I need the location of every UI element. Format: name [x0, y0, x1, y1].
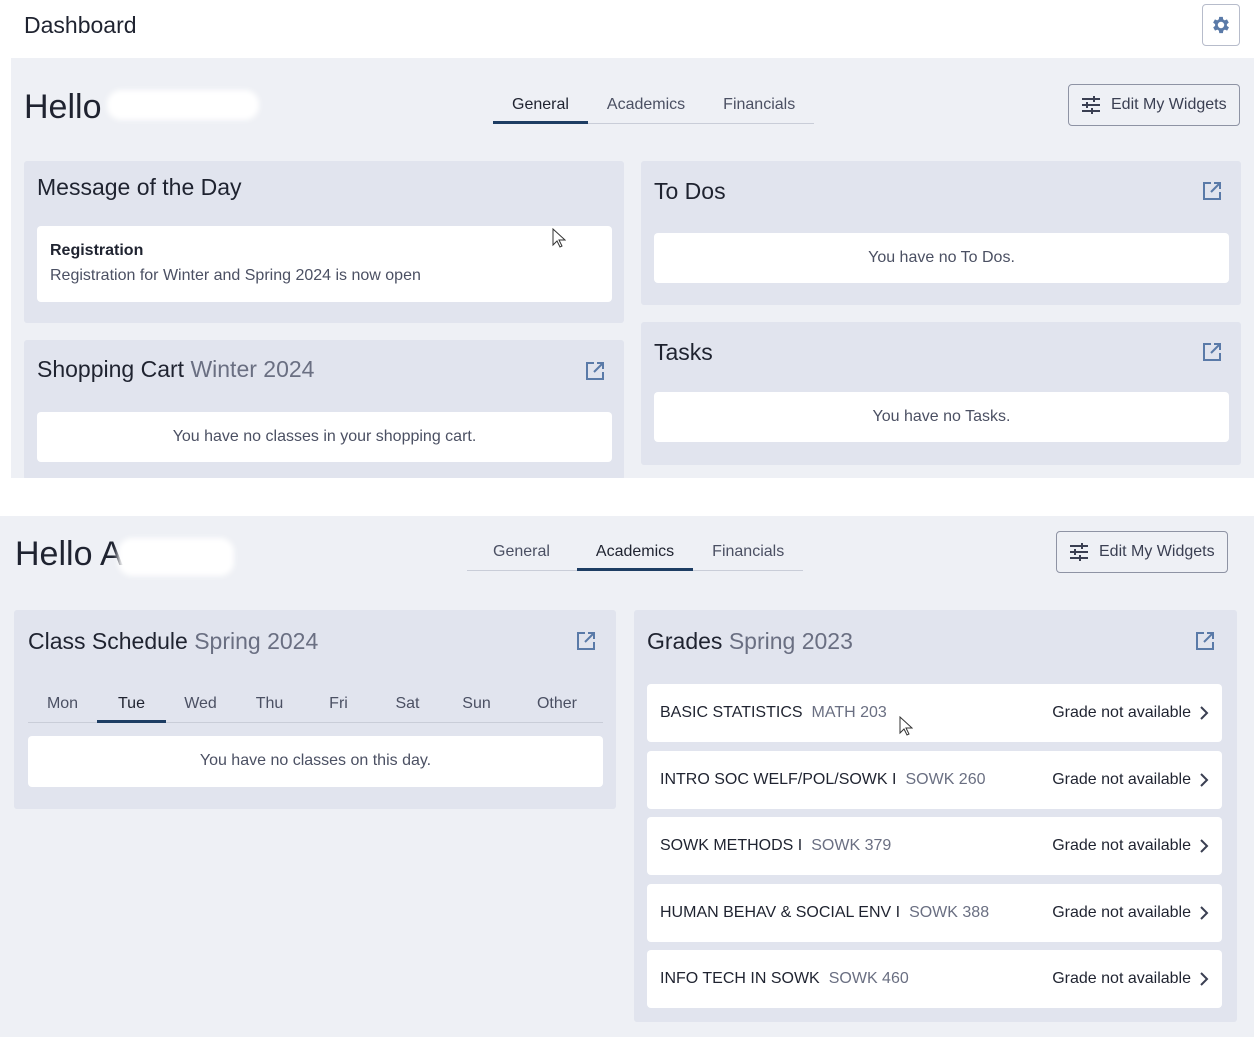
external-link-icon[interactable]: [576, 631, 596, 651]
app-header: Dashboard: [0, 0, 1254, 58]
motd-heading: Registration: [50, 242, 144, 259]
redacted-name: [107, 90, 259, 120]
mouse-cursor-icon: [899, 716, 913, 736]
grades-card: Grades Spring 2023 BASIC STATISTICS MATH…: [634, 610, 1237, 1022]
gear-icon: [1213, 16, 1229, 34]
motd-title: Message of the Day: [37, 174, 242, 200]
grade-status: Grade not available: [1052, 704, 1191, 721]
tab-general[interactable]: General: [467, 534, 577, 570]
shopping-cart-title-text: Shopping Cart: [37, 356, 185, 382]
grade-row[interactable]: HUMAN BEHAV & SOCIAL ENV I SOWK 388 Grad…: [647, 884, 1222, 942]
tasks-title: Tasks: [654, 339, 713, 365]
class-schedule-title-text: Class Schedule: [28, 628, 188, 654]
course-name: BASIC STATISTICS: [660, 704, 803, 721]
day-tab-wed[interactable]: Wed: [166, 686, 235, 722]
day-tab-fri[interactable]: Fri: [304, 686, 373, 722]
class-schedule-content: You have no classes on this day.: [28, 736, 603, 787]
course-name: HUMAN BEHAV & SOCIAL ENV I: [660, 904, 901, 921]
tab-financials[interactable]: Financials: [693, 534, 803, 570]
tab-academics[interactable]: Academics: [588, 87, 704, 123]
chevron-right-icon: [1200, 972, 1209, 986]
external-link-icon[interactable]: [585, 361, 605, 381]
grade-row[interactable]: BASIC STATISTICS MATH 203 Grade not avai…: [647, 684, 1222, 742]
grade-status: Grade not available: [1052, 970, 1191, 987]
class-schedule-card: Class Schedule Spring 2024 Mon Tue Wed T…: [14, 610, 616, 809]
grade-row[interactable]: INTRO SOC WELF/POL/SOWK I SOWK 260 Grade…: [647, 751, 1222, 809]
motd-body: Registration for Winter and Spring 2024 …: [50, 267, 421, 284]
tasks-card: Tasks You have no Tasks.: [641, 322, 1241, 465]
mouse-cursor-icon: [552, 228, 566, 248]
shopping-cart-title: Shopping Cart Winter 2024: [37, 356, 314, 383]
separator: [0, 478, 1254, 516]
external-link-icon[interactable]: [1195, 631, 1215, 651]
todos-title: To Dos: [654, 178, 726, 204]
edit-widgets-label: Edit My Widgets: [1099, 543, 1215, 560]
edit-widgets-label: Edit My Widgets: [1111, 96, 1227, 113]
chevron-right-icon: [1200, 706, 1209, 720]
day-tab-thu[interactable]: Thu: [235, 686, 304, 722]
greeting: Hello: [24, 88, 102, 126]
course-code: MATH 203: [811, 704, 887, 721]
chevron-right-icon: [1200, 773, 1209, 787]
tab-financials[interactable]: Financials: [704, 87, 814, 123]
edit-widgets-button[interactable]: Edit My Widgets: [1056, 531, 1228, 573]
course-code: SOWK 460: [828, 970, 909, 987]
dashboard-tabs: General Academics Financials: [493, 87, 815, 124]
day-tab-sat[interactable]: Sat: [373, 686, 442, 722]
general-view: Hello General Academics Financials Edit …: [11, 58, 1254, 480]
day-tab-mon[interactable]: Mon: [28, 686, 97, 722]
grade-status: Grade not available: [1052, 771, 1191, 788]
day-tabs: Mon Tue Wed Thu Fri Sat Sun Other: [28, 686, 603, 723]
external-link-icon[interactable]: [1202, 181, 1222, 201]
dashboard-tabs: General Academics Financials: [467, 534, 804, 571]
course-code: SOWK 388: [909, 904, 990, 921]
redacted-name: [118, 538, 234, 576]
shopping-cart-content: You have no classes in your shopping car…: [37, 412, 612, 462]
shopping-cart-term: Winter 2024: [190, 356, 315, 382]
day-tab-sun[interactable]: Sun: [442, 686, 511, 722]
todos-empty: You have no To Dos.: [868, 249, 1015, 266]
chevron-right-icon: [1200, 839, 1209, 853]
shopping-cart-card: Shopping Cart Winter 2024 You have no cl…: [24, 340, 624, 480]
day-tab-other[interactable]: Other: [511, 686, 603, 722]
external-link-icon[interactable]: [1202, 342, 1222, 362]
grade-status: Grade not available: [1052, 837, 1191, 854]
tasks-content: You have no Tasks.: [654, 392, 1229, 442]
course-code: SOWK 379: [811, 837, 892, 854]
sliders-icon: [1070, 543, 1088, 561]
course-name: INFO TECH IN SOWK: [660, 970, 820, 987]
page-title: Dashboard: [24, 12, 137, 38]
tab-general[interactable]: General: [493, 87, 588, 124]
sliders-icon: [1082, 96, 1100, 114]
chevron-right-icon: [1200, 906, 1209, 920]
tab-academics[interactable]: Academics: [576, 534, 694, 571]
motd-message: Registration Registration for Winter and…: [37, 226, 612, 302]
grades-term: Spring 2023: [728, 628, 853, 654]
todos-card: To Dos You have no To Dos.: [641, 161, 1241, 305]
message-of-the-day-card: Message of the Day Registration Registra…: [24, 161, 624, 323]
greeting: Hello A: [15, 535, 123, 573]
tasks-empty: You have no Tasks.: [872, 408, 1011, 425]
class-schedule-title: Class Schedule Spring 2024: [28, 628, 318, 655]
grades-title-text: Grades: [647, 628, 723, 654]
grade-row[interactable]: SOWK METHODS I SOWK 379 Grade not availa…: [647, 817, 1222, 875]
course-code: SOWK 260: [905, 771, 986, 788]
grade-status: Grade not available: [1052, 904, 1191, 921]
grades-title: Grades Spring 2023: [647, 628, 853, 655]
day-tab-tue[interactable]: Tue: [97, 686, 166, 723]
settings-button[interactable]: [1202, 4, 1240, 46]
class-schedule-empty: You have no classes on this day.: [199, 752, 432, 769]
course-name: INTRO SOC WELF/POL/SOWK I: [660, 771, 897, 788]
shopping-cart-empty: You have no classes in your shopping car…: [172, 428, 477, 445]
grade-row[interactable]: INFO TECH IN SOWK SOWK 460 Grade not ava…: [647, 950, 1222, 1008]
class-schedule-term: Spring 2024: [194, 628, 319, 654]
edit-widgets-button[interactable]: Edit My Widgets: [1068, 84, 1240, 126]
course-name: SOWK METHODS I: [660, 837, 803, 854]
academics-view: Hello A General Academics Financials Edi…: [0, 516, 1254, 1037]
todos-content: You have no To Dos.: [654, 233, 1229, 283]
